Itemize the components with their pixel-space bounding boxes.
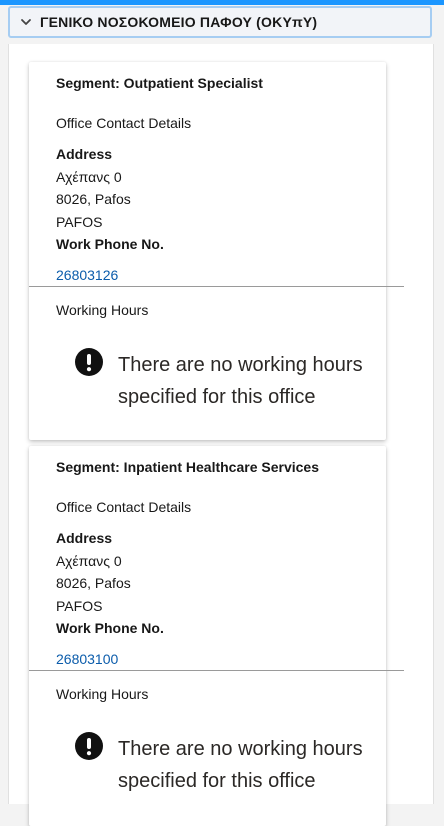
office-card: Segment: Inpatient Healthcare Services O… [29, 446, 404, 826]
address-line-3: PAFOS [56, 598, 103, 614]
segment-title: Segment: Inpatient Healthcare Services [56, 459, 319, 475]
section-header-hospital[interactable]: ΓΕΝΙΚΟ ΝΟΣΟΚΟΜΕΙΟ ΠΑΦΟΥ (ΟΚΥπΥ) [8, 6, 432, 38]
top-accent-bar [0, 0, 444, 5]
no-working-hours-message: There are no working hours specified for… [118, 354, 363, 408]
office-card: Segment: Outpatient Specialist Office Co… [29, 62, 404, 440]
no-working-hours-message: There are no working hours specified for… [118, 738, 363, 792]
office-contact-heading: Office Contact Details [56, 115, 192, 131]
address-label: Address [56, 530, 113, 546]
working-hours-heading: Working Hours [56, 302, 149, 318]
address-line-3: PAFOS [56, 214, 103, 230]
address-label: Address [56, 146, 113, 162]
divider [29, 286, 404, 287]
section-title: ΓΕΝΙΚΟ ΝΟΣΟΚΟΜΕΙΟ ΠΑΦΟΥ (ΟΚΥπΥ) [40, 14, 318, 30]
chevron-down-icon [20, 16, 32, 28]
exclamation-circle-icon [75, 348, 103, 376]
exclamation-circle-icon [75, 732, 103, 760]
address-line-2: 8026, Pafos [56, 191, 131, 207]
office-contact-heading: Office Contact Details [56, 499, 192, 515]
working-hours-heading: Working Hours [56, 686, 149, 702]
work-phone-label: Work Phone No. [56, 620, 164, 636]
work-phone-link[interactable]: 26803100 [56, 651, 118, 667]
address-line-1: Αχέπανς 0 [56, 169, 122, 185]
work-phone-link[interactable]: 26803126 [56, 267, 118, 283]
address-line-2: 8026, Pafos [56, 575, 131, 591]
segment-title: Segment: Outpatient Specialist [56, 75, 263, 91]
divider [29, 670, 404, 671]
work-phone-label: Work Phone No. [56, 236, 164, 252]
address-line-1: Αχέπανς 0 [56, 553, 122, 569]
